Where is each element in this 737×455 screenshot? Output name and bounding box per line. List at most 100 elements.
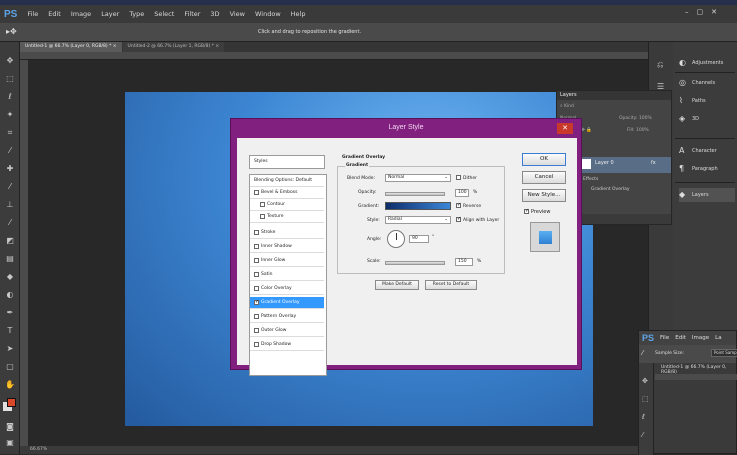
gradient-picker[interactable]: [385, 202, 451, 210]
history-icon[interactable]: ⎌: [657, 60, 663, 70]
angle-input[interactable]: 90: [409, 235, 429, 243]
blur-icon[interactable]: ◆: [4, 272, 16, 282]
checkbox[interactable]: [254, 190, 259, 195]
checkbox[interactable]: [254, 286, 259, 291]
style-pattern-overlay[interactable]: Pattern Overlay: [250, 311, 324, 323]
maximize-icon[interactable]: ▢: [697, 8, 704, 16]
checkbox[interactable]: [254, 258, 259, 263]
zoom-level[interactable]: 66.67%: [30, 447, 47, 452]
menu-file[interactable]: File: [27, 10, 38, 18]
inset-menu-file[interactable]: File: [660, 335, 669, 341]
marquee-icon[interactable]: ⬚: [4, 74, 16, 84]
menu-3d[interactable]: 3D: [210, 10, 219, 18]
style-drop-shadow[interactable]: Drop Shadow: [250, 339, 324, 351]
opacity-slider[interactable]: [385, 192, 445, 196]
inset-menu-layer[interactable]: La: [715, 335, 721, 341]
doc-tab-untitled-2[interactable]: Untitled-2 @ 66.7% (Layer 1, RGB/8) * ×: [122, 42, 225, 52]
screen-mode-icon[interactable]: ▣: [4, 438, 16, 448]
style-gradient-overlay[interactable]: Gradient Overlay: [250, 297, 324, 309]
doc-tab-untitled-1[interactable]: Untitled-1 @ 66.7% (Layer 0, RGB/8) * ×: [20, 42, 122, 52]
effect-gradient-overlay[interactable]: Gradient Overlay: [591, 187, 630, 192]
checkbox-checked[interactable]: [254, 300, 259, 305]
menu-help[interactable]: Help: [291, 10, 306, 18]
style-select[interactable]: Radial ⌄: [385, 216, 451, 224]
crop-icon[interactable]: ⌗: [4, 128, 16, 138]
brush-icon[interactable]: ⁄: [4, 182, 16, 192]
make-default-button[interactable]: Make Default: [375, 280, 419, 290]
panel-character[interactable]: A Character: [679, 144, 717, 158]
path-selection-icon[interactable]: ➤: [4, 344, 16, 354]
kind-filter[interactable]: ⌕ Kind: [560, 103, 574, 111]
preview-checkbox[interactable]: [524, 209, 529, 214]
shape-icon[interactable]: ▢: [4, 362, 16, 372]
dialog-close-button[interactable]: ✕: [557, 123, 573, 134]
styles-header[interactable]: Styles: [249, 155, 325, 169]
inset-move-icon[interactable]: ✥: [642, 377, 648, 385]
dither-checkbox[interactable]: [456, 175, 461, 180]
checkbox[interactable]: [254, 314, 259, 319]
menu-window[interactable]: Window: [255, 10, 281, 18]
panel-paths[interactable]: ⌇ Paths: [679, 94, 706, 108]
menu-image[interactable]: Image: [71, 10, 91, 18]
scale-slider[interactable]: [385, 261, 445, 265]
stamp-icon[interactable]: ⊥: [4, 200, 16, 210]
align-layer-checkbox[interactable]: [456, 217, 461, 222]
layer-fill[interactable]: Fill: 100%: [627, 127, 649, 135]
style-texture[interactable]: Texture: [250, 211, 324, 223]
style-inner-glow[interactable]: Inner Glow: [250, 255, 324, 267]
menu-view[interactable]: View: [230, 10, 245, 18]
layer-row[interactable]: [577, 157, 671, 173]
lasso-icon[interactable]: ℓ: [4, 92, 16, 102]
ok-button[interactable]: OK: [522, 153, 566, 166]
checkbox[interactable]: [254, 328, 259, 333]
move-tool-icon[interactable]: ▸✥: [6, 27, 17, 36]
checkbox[interactable]: [260, 214, 265, 219]
panel-paragraph[interactable]: ¶ Paragraph: [679, 162, 718, 176]
checkbox[interactable]: [254, 230, 259, 235]
type-icon[interactable]: T: [4, 326, 16, 336]
style-stroke[interactable]: Stroke: [250, 227, 324, 239]
style-outer-glow[interactable]: Outer Glow: [250, 325, 324, 337]
eraser-icon[interactable]: ◩: [4, 236, 16, 246]
move-icon[interactable]: ✥: [4, 56, 16, 66]
style-inner-shadow[interactable]: Inner Shadow: [250, 241, 324, 253]
close-icon[interactable]: ✕: [711, 8, 717, 16]
style-satin[interactable]: Satin: [250, 269, 324, 281]
healing-icon[interactable]: ✚: [4, 164, 16, 174]
inset-lasso-icon[interactable]: ℓ: [642, 413, 645, 421]
inset-sample-size-select[interactable]: Point Sample: [711, 349, 737, 357]
effects-label[interactable]: Effects: [583, 177, 598, 182]
magic-wand-icon[interactable]: ✦: [4, 110, 16, 120]
quick-mask-icon[interactable]: ◙: [4, 422, 16, 432]
checkbox[interactable]: [254, 272, 259, 277]
menu-filter[interactable]: Filter: [184, 10, 200, 18]
dodge-icon[interactable]: ◐: [4, 290, 16, 300]
gradient-icon[interactable]: ▤: [4, 254, 16, 264]
minimize-icon[interactable]: –: [685, 8, 689, 16]
panel-3d[interactable]: ◈ 3D: [679, 112, 699, 126]
inset-eyedropper-icon[interactable]: ⁄: [642, 349, 643, 357]
checkbox[interactable]: [254, 342, 259, 347]
menu-type[interactable]: Type: [129, 10, 144, 18]
layer-name[interactable]: Layer 0: [595, 160, 614, 166]
angle-dial[interactable]: [387, 230, 405, 248]
menu-select[interactable]: Select: [154, 10, 174, 18]
history-brush-icon[interactable]: ⁄: [4, 218, 16, 228]
inset-menu-image[interactable]: Image: [692, 335, 709, 341]
fx-icon[interactable]: fx: [651, 160, 656, 166]
new-style-button[interactable]: New Style...: [522, 189, 566, 202]
blend-mode-select[interactable]: Normal ⌄: [385, 174, 451, 182]
pen-icon[interactable]: ✒: [4, 308, 16, 318]
style-contour[interactable]: Contour: [250, 199, 324, 211]
panel-channels[interactable]: ◎ Channels: [679, 76, 715, 90]
scale-input[interactable]: 150: [455, 258, 473, 266]
eyedropper-icon[interactable]: ⁄: [4, 146, 16, 156]
inset-marquee-icon[interactable]: ⬚: [642, 395, 649, 403]
hand-icon[interactable]: ✋: [4, 380, 16, 390]
inset-brush-icon[interactable]: ⁄: [642, 431, 643, 439]
panel-layers[interactable]: ◆ Layers: [679, 188, 735, 202]
reverse-checkbox[interactable]: [456, 203, 461, 208]
menu-layer[interactable]: Layer: [101, 10, 119, 18]
menu-edit[interactable]: Edit: [48, 10, 61, 18]
style-bevel-emboss[interactable]: Bevel & Emboss: [250, 187, 324, 199]
